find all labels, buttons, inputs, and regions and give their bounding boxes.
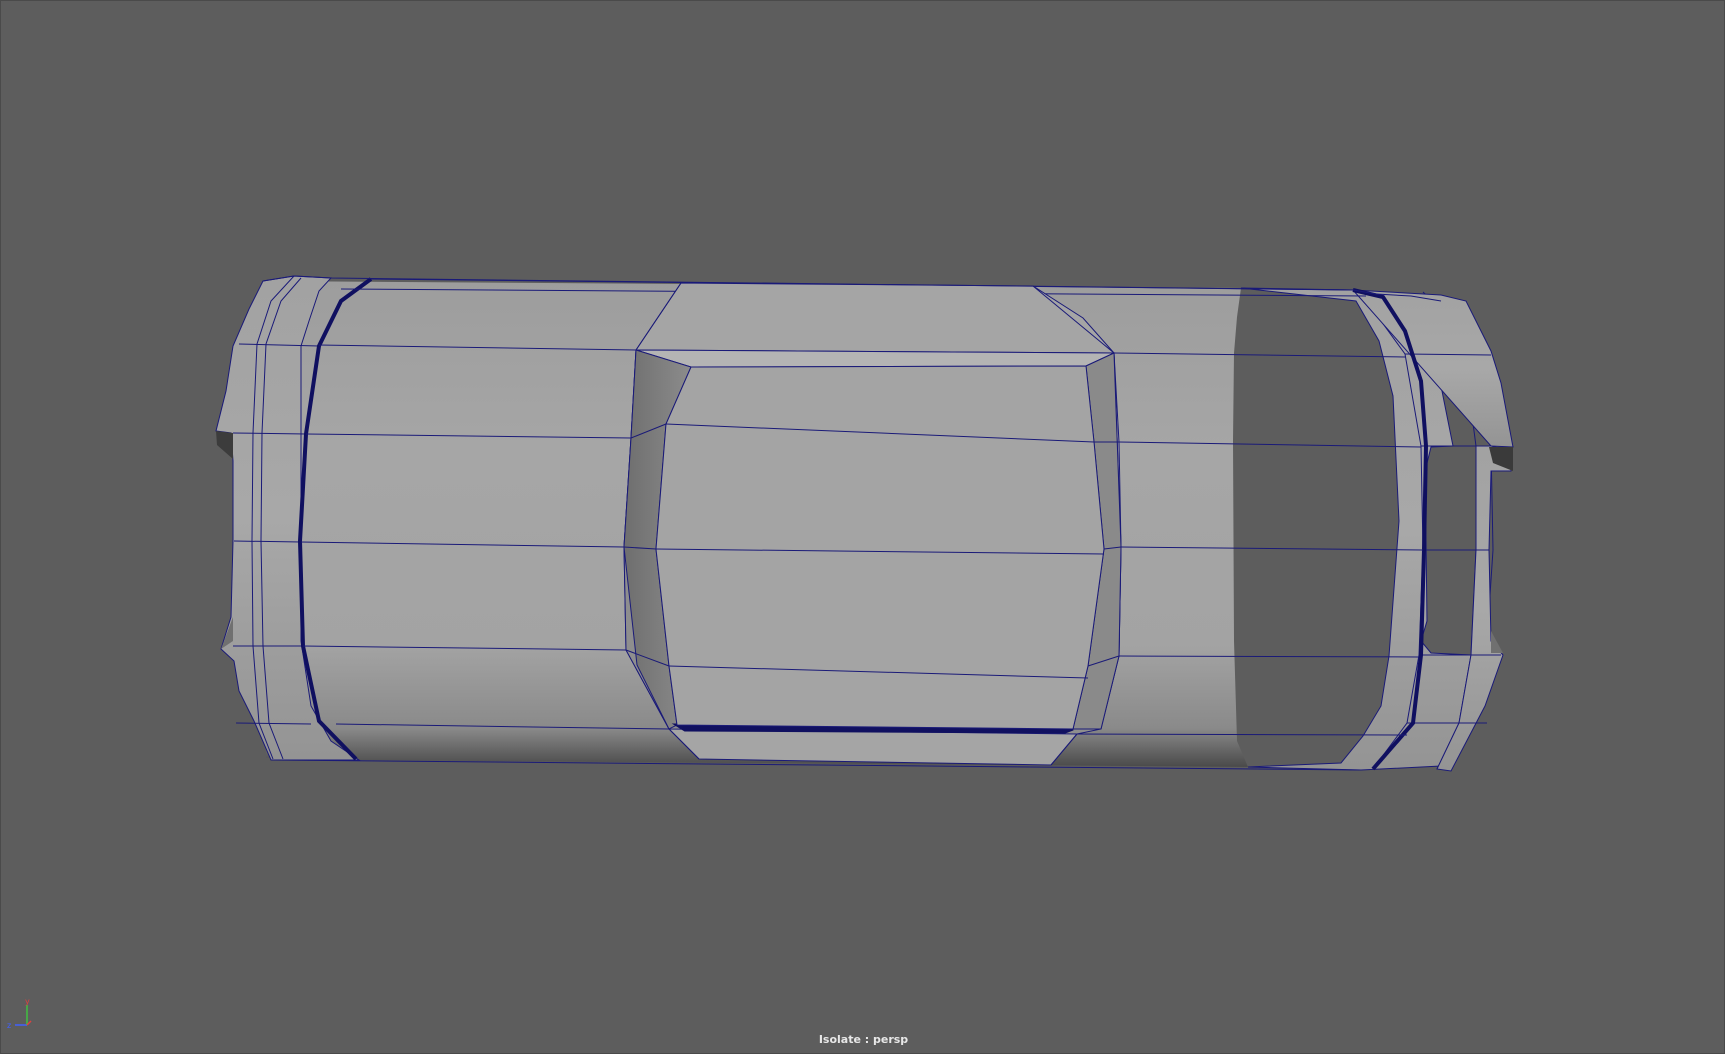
viewport-hud-label: Isolate : persp: [818, 1033, 909, 1046]
window-recess[interactable]: [623, 282, 1122, 766]
perspective-viewport[interactable]: y z Isolate : persp: [0, 0, 1725, 1054]
right-end-cap[interactable]: [1240, 287, 1514, 772]
cylinder-mesh[interactable]: [1, 1, 1725, 1054]
axis-letter-y: y: [25, 999, 30, 1006]
axis-gizmo: y z: [7, 999, 32, 1030]
axis-letter-z: z: [7, 1021, 11, 1030]
